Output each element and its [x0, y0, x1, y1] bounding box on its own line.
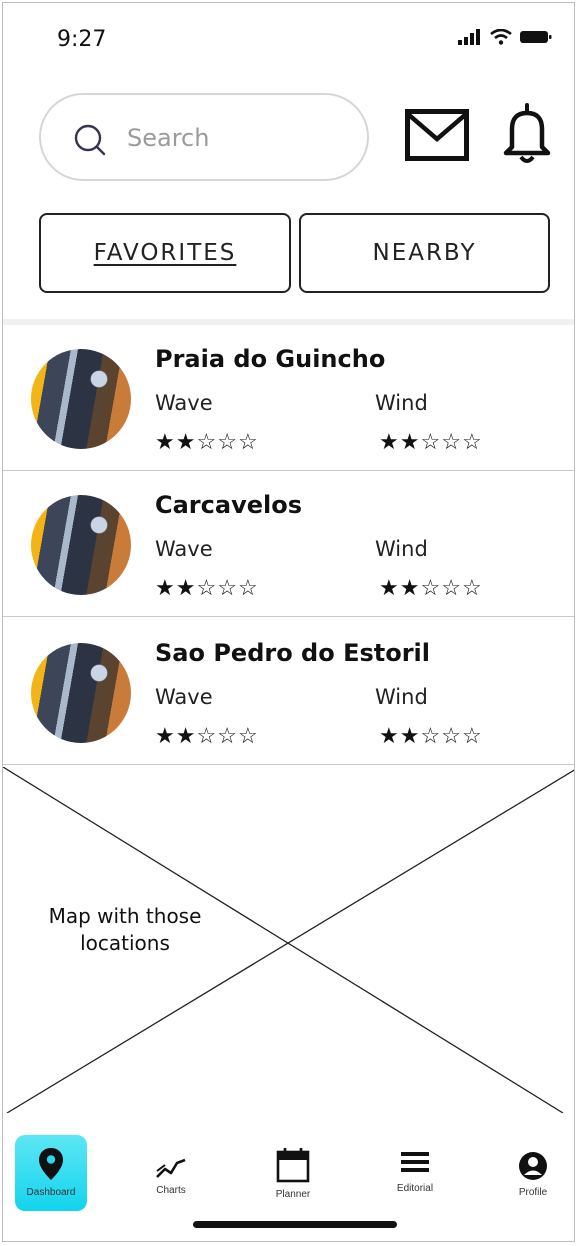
star-empty-icon: ☆ — [196, 575, 218, 600]
star-empty-icon: ☆ — [420, 723, 442, 748]
nav-editorial[interactable]: Editorial — [379, 1135, 451, 1211]
star-filled-icon: ★ — [175, 723, 197, 748]
star-empty-icon: ☆ — [461, 575, 483, 600]
map-label-line1: Map with those — [48, 904, 202, 928]
star-filled-icon: ★ — [399, 429, 421, 454]
spot-name: Sao Pedro do Estoril — [155, 639, 431, 667]
search-bar[interactable]: Search — [39, 93, 369, 181]
spot-list-item[interactable]: Praia do Guincho Wave Wind ★★☆☆☆ ★★☆☆☆ — [3, 325, 574, 471]
nav-label: Charts — [156, 1185, 186, 1196]
calendar-icon — [276, 1148, 310, 1183]
star-filled-icon: ★ — [379, 723, 400, 748]
spot-name: Praia do Guincho — [155, 345, 386, 373]
wave-rating: ★★☆☆☆ — [155, 723, 259, 749]
wifi-icon — [490, 29, 512, 45]
location-pin-icon — [39, 1148, 63, 1180]
chart-line-icon — [156, 1158, 186, 1178]
wind-label: Wind — [375, 391, 428, 415]
map-label: Map with those locations — [35, 903, 215, 957]
nav-charts[interactable]: Charts — [135, 1135, 207, 1211]
tab-favorites[interactable]: FAVORITES — [39, 213, 291, 293]
wind-label: Wind — [375, 537, 428, 561]
wave-label: Wave — [155, 537, 213, 561]
list-icon — [401, 1152, 429, 1172]
map-label-line2: locations — [80, 931, 170, 955]
star-empty-icon: ☆ — [461, 723, 483, 748]
wave-rating: ★★☆☆☆ — [155, 429, 259, 455]
status-icons — [458, 29, 552, 45]
signal-icon — [458, 29, 480, 45]
map-placeholder[interactable]: Map with those locations — [3, 767, 574, 1113]
wind-rating: ★★☆☆☆ — [379, 429, 483, 455]
status-bar: 9:27 — [3, 3, 574, 73]
star-filled-icon: ★ — [399, 575, 421, 600]
battery-icon — [520, 31, 552, 43]
user-icon — [519, 1152, 547, 1180]
star-empty-icon: ☆ — [461, 429, 483, 454]
mail-icon[interactable] — [405, 109, 469, 161]
star-filled-icon: ★ — [175, 429, 197, 454]
star-empty-icon: ☆ — [441, 575, 462, 600]
star-empty-icon: ☆ — [420, 429, 442, 454]
star-empty-icon: ☆ — [217, 575, 238, 600]
star-filled-icon: ★ — [155, 429, 176, 454]
status-time: 9:27 — [57, 27, 107, 52]
star-empty-icon: ☆ — [441, 723, 462, 748]
wind-rating: ★★☆☆☆ — [379, 723, 483, 749]
star-filled-icon: ★ — [379, 429, 400, 454]
nav-label: Editorial — [396, 1183, 434, 1194]
star-filled-icon: ★ — [399, 723, 421, 748]
star-empty-icon: ☆ — [237, 429, 259, 454]
star-filled-icon: ★ — [175, 575, 197, 600]
spot-avatar — [31, 495, 131, 595]
search-placeholder: Search — [127, 124, 210, 152]
nav-label: Dashboard — [26, 1187, 76, 1198]
star-empty-icon: ☆ — [217, 429, 238, 454]
wave-rating: ★★☆☆☆ — [155, 575, 259, 601]
spot-list-item[interactable]: Sao Pedro do Estoril Wave Wind ★★☆☆☆ ★★☆… — [3, 619, 574, 765]
bell-icon[interactable] — [502, 103, 552, 165]
search-icon — [74, 124, 106, 156]
spot-avatar — [31, 349, 131, 449]
star-filled-icon: ★ — [155, 575, 176, 600]
star-empty-icon: ☆ — [196, 723, 218, 748]
wind-rating: ★★☆☆☆ — [379, 575, 483, 601]
phone-screen: 9:27 Search FAVORITES NEARBY Praia do Gu… — [2, 2, 575, 1242]
spot-list-item[interactable]: Carcavelos Wave Wind ★★☆☆☆ ★★☆☆☆ — [3, 471, 574, 617]
nav-profile[interactable]: Profile — [497, 1135, 569, 1211]
tab-nearby-label: NEARBY — [372, 240, 477, 266]
star-empty-icon: ☆ — [237, 723, 259, 748]
nav-planner[interactable]: Planner — [257, 1135, 329, 1211]
nav-label: Planner — [275, 1189, 311, 1200]
star-empty-icon: ☆ — [196, 429, 218, 454]
tab-favorites-label: FAVORITES — [93, 240, 237, 266]
wind-label: Wind — [375, 685, 428, 709]
wave-label: Wave — [155, 685, 213, 709]
star-empty-icon: ☆ — [420, 575, 442, 600]
star-empty-icon: ☆ — [441, 429, 462, 454]
star-filled-icon: ★ — [155, 723, 176, 748]
nav-label: Profile — [518, 1187, 548, 1198]
nav-dashboard[interactable]: Dashboard — [15, 1135, 87, 1211]
spot-avatar — [31, 643, 131, 743]
home-indicator — [193, 1221, 397, 1228]
star-empty-icon: ☆ — [217, 723, 238, 748]
star-empty-icon: ☆ — [237, 575, 259, 600]
tab-nearby[interactable]: NEARBY — [299, 213, 550, 293]
spot-name: Carcavelos — [155, 491, 302, 519]
wave-label: Wave — [155, 391, 213, 415]
star-filled-icon: ★ — [379, 575, 400, 600]
